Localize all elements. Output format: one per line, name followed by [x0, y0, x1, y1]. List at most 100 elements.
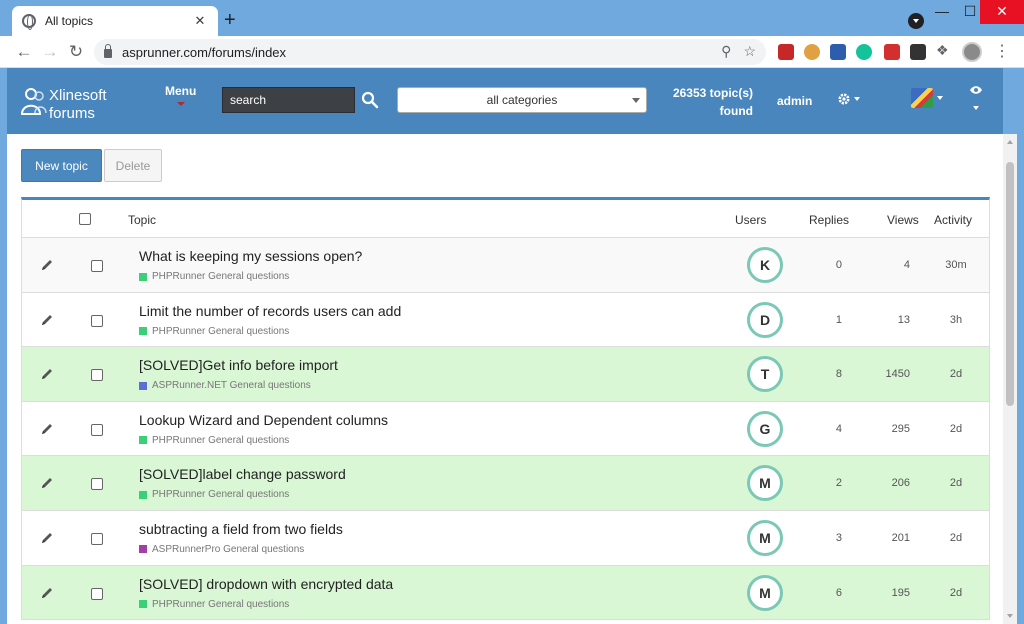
window-minimize-button[interactable]: —: [928, 0, 956, 24]
topic-category[interactable]: PHPRunner General questions: [139, 435, 289, 446]
row-checkbox[interactable]: [91, 587, 103, 600]
address-bar[interactable]: asprunner.com/forums/index ⚲ ☆: [94, 39, 766, 65]
activity-time: 2d: [949, 531, 963, 544]
topic-category[interactable]: PHPRunner General questions: [139, 489, 289, 500]
activity-time: 2d: [949, 477, 963, 490]
window-close-button[interactable]: ✕: [980, 0, 1024, 24]
edit-pencil-icon[interactable]: [40, 476, 54, 490]
extension-icon[interactable]: [830, 44, 846, 60]
back-icon[interactable]: ←: [12, 40, 36, 64]
bookmark-star-icon[interactable]: ☆: [743, 43, 756, 60]
language-menu[interactable]: [911, 88, 943, 108]
menu-label: Menu: [165, 84, 197, 98]
topic-title[interactable]: [SOLVED]Get info before import: [139, 357, 338, 373]
lock-icon: [104, 44, 112, 58]
table-row: What is keeping my sessions open? PHPRunn…: [22, 238, 989, 293]
topic-title[interactable]: Lookup Wizard and Dependent columns: [139, 412, 388, 428]
brand-name[interactable]: Xlinesoft forums: [49, 87, 107, 123]
browser-tabstrip: All topics ✕ + — ☐ ✕: [0, 0, 1024, 36]
new-topic-button[interactable]: New topic: [21, 149, 102, 182]
extension-icon[interactable]: [884, 44, 900, 60]
replies-count: 8: [835, 368, 842, 381]
edit-pencil-icon[interactable]: [40, 586, 54, 600]
edit-pencil-icon[interactable]: [40, 258, 54, 272]
view-options-menu[interactable]: [969, 82, 983, 110]
activity-time: 2d: [949, 368, 963, 381]
extension-icon[interactable]: [778, 44, 794, 60]
edit-pencil-icon[interactable]: [40, 422, 54, 436]
settings-menu[interactable]: [837, 92, 860, 106]
edit-pencil-icon[interactable]: [40, 313, 54, 327]
topic-title[interactable]: What is keeping my sessions open?: [139, 248, 362, 264]
column-topic[interactable]: Topic: [128, 213, 156, 227]
user-menu[interactable]: admin: [777, 94, 812, 108]
row-checkbox[interactable]: [91, 532, 103, 545]
scroll-up-icon[interactable]: [1007, 140, 1013, 144]
row-checkbox[interactable]: [91, 478, 103, 491]
views-count: 201: [891, 531, 910, 544]
avatar[interactable]: K: [747, 247, 783, 283]
scrollbar-thumb[interactable]: [1006, 162, 1014, 406]
column-views[interactable]: Views: [887, 213, 919, 227]
zoom-icon[interactable]: ⚲: [721, 43, 731, 60]
grammarly-icon[interactable]: [856, 44, 872, 60]
row-checkbox[interactable]: [91, 369, 103, 382]
topic-category[interactable]: ASPRunner.NET General questions: [139, 380, 311, 391]
select-all-checkbox[interactable]: [79, 213, 91, 225]
brand-line1: Xlinesoft: [49, 87, 107, 104]
flag-icon: [911, 88, 933, 108]
row-checkbox[interactable]: [91, 260, 103, 272]
replies-count: 2: [835, 477, 842, 490]
table-row: [SOLVED]label change password PHPRunner G…: [22, 456, 989, 511]
replies-count: 4: [835, 422, 842, 435]
edit-pencil-icon[interactable]: [40, 531, 54, 545]
avatar[interactable]: T: [747, 356, 783, 393]
activity-time: 2d: [949, 422, 963, 435]
eye-icon: [970, 86, 982, 94]
profile-menu-icon[interactable]: [908, 13, 924, 29]
views-count: 206: [891, 477, 910, 490]
avatar[interactable]: M: [747, 465, 783, 502]
search-input[interactable]: [222, 87, 355, 113]
menu-dropdown[interactable]: Menu: [165, 84, 196, 106]
forward-icon[interactable]: →: [38, 40, 62, 64]
column-activity[interactable]: Activity: [934, 213, 972, 227]
profile-avatar[interactable]: [962, 42, 982, 62]
category-select[interactable]: all categories: [397, 87, 647, 113]
search-icon[interactable]: [361, 91, 379, 109]
topic-title[interactable]: [SOLVED] dropdown with encrypted data: [139, 576, 393, 592]
topic-category[interactable]: PHPRunner General questions: [139, 326, 289, 337]
browser-tab[interactable]: All topics ✕: [12, 6, 218, 36]
avatar[interactable]: M: [747, 574, 783, 611]
table-row: [SOLVED]Get info before import ASPRunner.…: [22, 347, 989, 402]
extension-icon[interactable]: [910, 44, 926, 60]
avatar[interactable]: G: [747, 410, 783, 447]
topic-title[interactable]: [SOLVED]label change password: [139, 466, 346, 482]
edit-pencil-icon[interactable]: [40, 367, 54, 381]
row-checkbox[interactable]: [91, 314, 103, 327]
topic-title[interactable]: subtracting a field from two fields: [139, 521, 343, 537]
new-tab-button[interactable]: +: [224, 9, 236, 31]
avatar[interactable]: M: [747, 519, 783, 556]
more-menu-icon[interactable]: ⋮: [994, 42, 1010, 62]
topic-title[interactable]: Limit the number of records users can ad…: [139, 303, 401, 319]
delete-button[interactable]: Delete: [104, 149, 162, 182]
views-count: 13: [897, 313, 910, 326]
tab-close-icon[interactable]: ✕: [192, 13, 208, 29]
puzzle-icon[interactable]: ❖: [936, 42, 952, 58]
row-checkbox[interactable]: [91, 423, 103, 436]
column-replies[interactable]: Replies: [809, 213, 849, 227]
views-count: 1450: [885, 368, 910, 381]
column-users[interactable]: Users: [735, 213, 766, 227]
scroll-down-icon[interactable]: [1007, 614, 1013, 618]
topic-category[interactable]: ASPRunnerPro General questions: [139, 544, 304, 555]
activity-time: 3h: [949, 313, 963, 326]
reload-icon[interactable]: ↻: [64, 40, 88, 64]
page-scrollbar[interactable]: [1003, 134, 1017, 624]
views-count: 195: [891, 586, 910, 599]
extension-icon[interactable]: [804, 44, 820, 60]
topic-category[interactable]: PHPRunner General questions: [139, 599, 289, 610]
topic-category[interactable]: PHPRunner General questions: [139, 271, 289, 282]
category-value: all categories: [486, 93, 558, 107]
avatar[interactable]: D: [747, 301, 783, 338]
